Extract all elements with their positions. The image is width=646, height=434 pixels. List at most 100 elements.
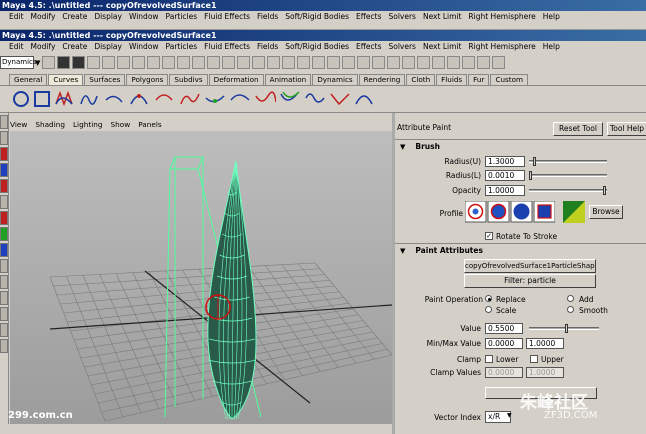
output-ops-icon[interactable] [357,56,371,69]
tab-cloth[interactable]: Cloth [406,74,436,85]
radius-l-knob[interactable] [529,171,532,180]
tab-dynamics[interactable]: Dynamics [312,74,358,85]
brush-section-header[interactable]: ▼ Brush [395,139,646,153]
menu-item-edit[interactable]: Edit [9,12,24,21]
chevron-down-icon[interactable]: ▼ [507,412,512,419]
history-icon[interactable] [372,56,386,69]
menu-item-fields[interactable]: Fields [257,42,278,51]
particle-surface[interactable] [207,160,257,420]
scene-view[interactable] [10,131,392,424]
menu-item-soft-rigid-bodies[interactable]: Soft/Rigid Bodies [285,12,349,21]
layout-single-icon[interactable] [0,259,8,273]
add-points-icon[interactable] [354,90,376,108]
menu-item-solvers[interactable]: Solvers [388,42,415,51]
opacity-knob[interactable] [603,186,606,195]
square-curve-icon[interactable] [33,90,51,108]
viewport-menu-shading[interactable]: Shading [35,118,65,131]
select-object-icon[interactable] [102,56,116,69]
open-scene-icon[interactable] [57,56,71,69]
clamp-max-field[interactable]: 1.0000 [526,367,564,378]
tab-subdivs[interactable]: Subdivs [169,74,208,85]
arc-three-point-icon[interactable] [129,90,151,108]
radius-l-field[interactable]: 0.0010 [485,170,525,181]
paint-attribute-button[interactable]: copyOfrevolvedSurface1ParticleShape.goal… [464,259,596,273]
radius-u-slider[interactable] [529,157,607,166]
menu-item-window[interactable]: Window [129,12,159,21]
select-hierarchy-icon[interactable] [87,56,101,69]
menu-item-right-hemisphere[interactable]: Right Hemisphere [468,42,535,51]
radius-u-knob[interactable] [532,157,536,166]
menu-item-create[interactable]: Create [62,42,87,51]
value-field[interactable]: 0.5500 [485,323,523,334]
custom-profile-icon[interactable] [563,201,585,223]
max-value-field[interactable]: 1.0000 [526,338,564,349]
menu-item-fields[interactable]: Fields [257,12,278,21]
scale-radio[interactable] [485,306,492,313]
tab-polygons[interactable]: Polygons [126,74,169,85]
tab-surfaces[interactable]: Surfaces [84,74,126,85]
scale-tool-icon[interactable] [0,179,8,193]
reset-tool-button[interactable]: Reset Tool [553,122,603,136]
min-value-field[interactable]: 0.0000 [485,338,523,349]
tab-animation[interactable]: Animation [264,74,312,85]
fillet-curve-icon[interactable] [329,90,351,108]
menu-item-edit[interactable]: Edit [9,42,24,51]
soft-mod-tool-icon[interactable] [0,211,8,225]
chevron-down-icon[interactable]: ▼ [35,59,40,67]
menu-item-create[interactable]: Create [62,12,87,21]
new-scene-icon[interactable] [42,56,56,69]
rebuild-curve-icon[interactable] [304,90,326,108]
menu-item-display[interactable]: Display [94,42,122,51]
opacity-field[interactable]: 1.0000 [485,185,525,196]
value-slider[interactable] [529,324,599,333]
rotate-tool-icon[interactable] [0,163,8,177]
tool-help-button[interactable]: Tool Help [607,122,646,136]
tab-curves[interactable]: Curves [48,74,84,85]
layout-hypershade-icon[interactable] [0,339,8,353]
gaussian-profile-icon[interactable] [465,201,487,223]
move-tool-icon[interactable] [0,147,8,161]
viewport-menu-show[interactable]: Show [110,118,130,131]
paint-attributes-header[interactable]: ▼ Paint Attributes [395,243,646,257]
arc-two-point-icon[interactable] [154,90,176,108]
tab-fluids[interactable]: Fluids [436,74,468,85]
layout-four-icon[interactable] [0,275,8,289]
channel-box-icon[interactable] [447,56,461,69]
attribute-editor-icon[interactable] [477,56,491,69]
tab-custom[interactable]: Custom [490,74,528,85]
menu-item-modify[interactable]: Modify [31,12,56,21]
mask-misc-icon[interactable] [252,56,266,69]
detach-curves-icon[interactable] [204,90,226,108]
rotate-to-stroke-checkbox[interactable]: ✓ [485,232,493,240]
ep-curve-icon[interactable] [79,90,101,108]
show-manip-tool-icon[interactable] [0,227,8,241]
value-knob[interactable] [565,324,569,333]
attach-curves-icon[interactable] [179,90,201,108]
tab-fur[interactable]: Fur [468,74,490,85]
browse-button[interactable]: Browse [589,205,623,219]
filter-button[interactable]: Filter: particle [464,274,596,288]
layout-outliner-icon[interactable] [0,307,8,321]
tab-general[interactable]: General [9,74,48,85]
square-profile-icon[interactable] [533,201,555,223]
menu-item-help[interactable]: Help [543,12,560,21]
manipulator-tool-icon[interactable] [0,195,8,209]
snap-point-icon[interactable] [297,56,311,69]
layout-graph-icon[interactable] [0,323,8,337]
radius-l-slider[interactable] [529,171,607,180]
lasso-tool-icon[interactable] [0,131,8,145]
menu-item-effects[interactable]: Effects [356,42,382,51]
mask-surface-icon[interactable] [192,56,206,69]
soft-profile-icon[interactable] [487,201,510,223]
offset-curve-icon[interactable] [279,90,301,108]
menu-item-help[interactable]: Help [543,42,560,51]
menu-item-window[interactable]: Window [129,42,159,51]
menu-item-particles[interactable]: Particles [166,42,198,51]
menu-item-next-limit[interactable]: Next Limit [423,42,461,51]
clamp-min-field[interactable]: 0.0000 [485,367,523,378]
menu-item-effects[interactable]: Effects [356,12,382,21]
menu-item-soft-rigid-bodies[interactable]: Soft/Rigid Bodies [285,42,349,51]
save-scene-icon[interactable] [72,56,86,69]
menu-item-solvers[interactable]: Solvers [388,12,415,21]
tool-settings-icon[interactable] [492,56,506,69]
